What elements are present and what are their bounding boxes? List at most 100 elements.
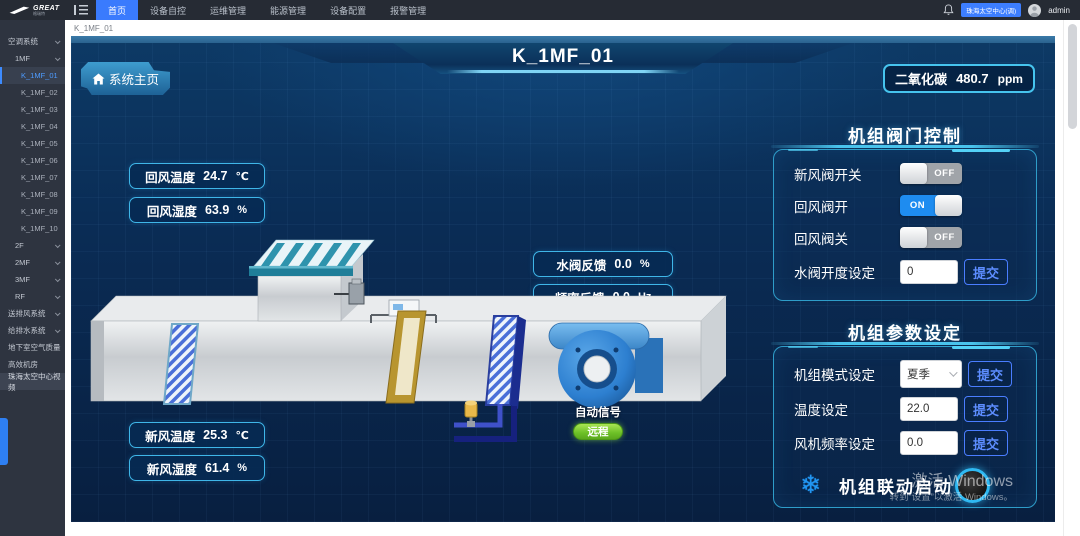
sidebar-item-label: 高效机房 [8,359,38,370]
collapse-menu-icon[interactable] [74,5,88,15]
temp-setting-row: 温度设定 提交 [794,396,1020,422]
sidebar-item-label: K_1MF_07 [21,173,58,182]
hvac-scada-app: GREAT 格瑞特 首页 设备自控 运维管理 能源管理 设备配置 报警管理 珠海… [0,0,1080,536]
temp-setting-input[interactable] [900,397,958,421]
chevron-down-icon [55,327,61,333]
unit-mode-row: 机组模式设定 夏季 提交 [794,360,1020,388]
return-damper-open-toggle[interactable]: ON [900,195,962,216]
unit-linkage-label: 机组联动启动 [839,473,953,498]
logo-subtext: 格瑞特 [33,12,59,16]
sidebar-collapse-handle[interactable] [0,418,8,465]
sidebar-item-k-1mf-07[interactable]: K_1MF_07 [0,169,65,186]
sidebar-item-k-1mf-05[interactable]: K_1MF_05 [0,135,65,152]
sidebar-item-k-1mf-09[interactable]: K_1MF_09 [0,203,65,220]
canvas-top-band [71,36,1055,43]
chevron-down-icon [55,55,61,61]
setting-label: 水阀开度设定 [794,262,900,282]
auto-signal-label: 自动信号 [538,404,658,420]
sidebar-item-hvac-system[interactable]: 空调系统 [0,33,65,50]
sidebar-item-label: K_1MF_02 [21,88,58,97]
chevron-down-icon [55,293,61,299]
setting-label: 温度设定 [794,399,900,419]
sidebar-item-space-center-video[interactable]: 珠海太空中心视频 [0,373,65,390]
temp-setting-submit-button[interactable]: 提交 [964,396,1008,422]
system-home-label: 系统主页 [109,69,159,88]
unit-mode-value: 夏季 [907,366,930,382]
unit-mode-select[interactable]: 夏季 [900,360,962,388]
sidebar-item-label: RF [15,292,25,301]
sidebar-item-rf[interactable]: RF [0,288,65,305]
unit-mode-submit-button[interactable]: 提交 [968,361,1012,387]
valve-opening-submit-button[interactable]: 提交 [964,259,1008,285]
menu-item-ops-mgmt[interactable]: 运维管理 [198,0,258,20]
linkage-start-power-button[interactable] [955,468,990,503]
breadcrumb: K_1MF_01 [65,20,1063,36]
sidebar-item-2f[interactable]: 2F [0,237,65,254]
breadcrumb-label: K_1MF_01 [74,24,113,33]
menu-item-device-config[interactable]: 设备配置 [318,0,378,20]
sidebar-item-label: K_1MF_03 [21,105,58,114]
sidebar-item-exhaust-system[interactable]: 送排风系统 [0,305,65,322]
scrollbar-thumb[interactable] [1068,24,1077,129]
toggle-label: 新风阀开关 [794,164,900,184]
chilled-water-pipes [454,404,514,439]
fan-freq-input[interactable] [900,431,958,455]
readout-unit: % [237,204,247,216]
fresh-air-damper-row: 新风阀开关 OFF [794,163,1020,184]
sidebar-item-k-1mf-03[interactable]: K_1MF_03 [0,101,65,118]
sidebar-item-3mf[interactable]: 3MF [0,271,65,288]
chevron-down-icon [55,259,61,265]
menu-item-home[interactable]: 首页 [96,0,138,20]
sidebar-item-basement-air-quality[interactable]: 地下室空气质量 [0,339,65,356]
sidebar-item-k-1mf-04[interactable]: K_1MF_04 [0,118,65,135]
menu-item-device-control[interactable]: 设备自控 [138,0,198,20]
system-home-button[interactable]: 系统主页 [81,62,170,95]
readout-unit: ℃ [236,170,249,183]
parameter-panel: 机组模式设定 夏季 提交 温度设定 提交 [773,346,1037,508]
sidebar-item-2mf[interactable]: 2MF [0,254,65,271]
navigation-sidebar: 空调系统 1MF K_1MF_01 K_1MF_02 K_1MF_03 K_1M… [0,20,65,536]
fresh-air-damper-toggle[interactable]: OFF [900,163,962,184]
valve-opening-input[interactable] [900,260,958,284]
toggle-state: ON [900,195,935,216]
title-banner: K_1MF_01 [393,43,733,74]
valve-opening-row: 水阀开度设定 提交 [794,259,1020,285]
co2-unit: ppm [998,72,1023,86]
sidebar-item-k-1mf-01[interactable]: K_1MF_01 [0,67,65,84]
menu-item-alarm-mgmt[interactable]: 报警管理 [378,0,438,20]
sidebar-item-label: 给排水系统 [8,325,46,336]
sidebar-item-label: K_1MF_06 [21,156,58,165]
sidebar-item-label: K_1MF_09 [21,207,58,216]
user-avatar[interactable] [1028,4,1041,17]
sidebar-item-k-1mf-10[interactable]: K_1MF_10 [0,220,65,237]
sidebar-item-label: 地下室空气质量 [8,342,61,353]
sidebar-item-k-1mf-08[interactable]: K_1MF_08 [0,186,65,203]
setting-label: 机组模式设定 [794,364,900,384]
sidebar-item-label: K_1MF_01 [21,71,58,80]
return-damper-close-row: 回风阀关 OFF [794,227,1020,248]
toggle-state: OFF [927,163,962,184]
sidebar-item-k-1mf-02[interactable]: K_1MF_02 [0,84,65,101]
sidebar-item-label: 3MF [15,275,30,284]
fan-freq-submit-button[interactable]: 提交 [964,430,1008,456]
sidebar-item-label: K_1MF_05 [21,139,58,148]
readout-unit: % [237,462,247,474]
banner-bevel [447,70,678,73]
sidebar-item-plumbing-system[interactable]: 给排水系统 [0,322,65,339]
menu-item-energy-mgmt[interactable]: 能源管理 [258,0,318,20]
setting-label: 风机频率设定 [794,433,900,453]
readout-value: 63.9 [205,203,229,217]
chevron-down-icon [55,310,61,316]
toggle-knob [935,195,962,216]
page-scrollbar [1063,20,1080,536]
project-badge[interactable]: 珠海太空中心(调) [961,3,1021,17]
sidebar-item-label: K_1MF_10 [21,224,58,233]
sidebar-item-1mf[interactable]: 1MF [0,50,65,67]
notification-bell-icon[interactable] [943,4,954,16]
valve-panel-title-line [771,145,1039,148]
sidebar-item-k-1mf-06[interactable]: K_1MF_06 [0,152,65,169]
toggle-knob [900,163,927,184]
return-damper-close-toggle[interactable]: OFF [900,227,962,248]
toggle-label: 回风阀关 [794,228,900,248]
toggle-knob [900,227,927,248]
